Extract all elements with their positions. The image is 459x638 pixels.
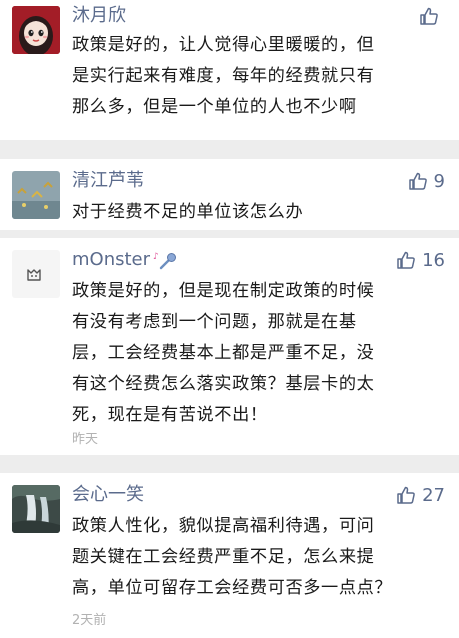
comment-text: 对于经费不足的单位该怎么办 <box>72 197 448 228</box>
comment-text: 政策是好的，但是现在制定政策的时候 有没有考虑到一个问题，那就是在基 层，工会经… <box>72 276 448 431</box>
comment-feed: 沐月欣 政策是好的，让人觉得心里暖暖的，但 是实行起来有难度，每年的经费就只有 … <box>0 0 459 638</box>
commenter-name[interactable]: 沐月欣 <box>72 4 126 28</box>
like-count: 9 <box>433 170 445 192</box>
comment-line: 有这个经费怎么落实政策？基层卡的太 <box>72 374 375 394</box>
like-count: 27 <box>422 484 445 506</box>
thumbs-up-icon <box>420 7 438 25</box>
comment-timestamp: 昨天 <box>72 432 99 447</box>
comment-line: 政策是好的，但是现在制定政策的时候 <box>72 281 375 301</box>
comment-card: 会心一笑 27 政策人性化，貌似提高福利待遇，可问 题关键在工会经费严重不足，怎… <box>0 473 459 638</box>
thumbs-up-icon <box>397 486 415 504</box>
like-button[interactable]: 16 <box>396 248 445 272</box>
comment-card: 沐月欣 政策是好的，让人觉得心里暖暖的，但 是实行起来有难度，每年的经费就只有 … <box>0 0 459 140</box>
waterfall-avatar-icon <box>12 485 60 533</box>
thumbs-up-icon <box>408 172 427 190</box>
like-button[interactable]: 9 <box>408 169 445 193</box>
svg-text:♪: ♪ <box>153 252 159 262</box>
comment-line: 题关键在工会经费严重不足，怎么来提 <box>72 547 375 567</box>
thumbs-up-icon <box>397 251 415 269</box>
comment-line: 层，工会经费基本上都是严重不足，没 <box>72 343 375 363</box>
white-cat-avatar-icon <box>12 250 60 298</box>
comment-timestamp: 2天前 <box>72 613 107 628</box>
commenter-name[interactable]: mOnster ♪ <box>72 248 178 272</box>
comment-line: 高，单位可留存工会经费可否多一点点？ <box>72 578 393 598</box>
comment-card: 清江芦苇 9 对于经费不足的单位该怎么办 <box>0 159 459 230</box>
comment-line: 有没有考虑到一个问题，那就是在基 <box>72 312 357 332</box>
comment-card: mOnster ♪ 16 政策是好的，但是现在制定政策的时候 有没有考虑到一个问… <box>0 238 459 455</box>
cartoon-girl-avatar-icon <box>12 6 60 54</box>
avatar[interactable] <box>12 6 60 54</box>
comment-line: 死，现在是有苦说不出！ <box>72 405 268 425</box>
comment-line: 对于经费不足的单位该怎么办 <box>72 202 304 222</box>
like-count: 16 <box>422 249 445 271</box>
comment-text: 政策是好的，让人觉得心里暖暖的，但 是实行起来有难度，每年的经费就只有 那么多，… <box>72 30 448 123</box>
like-button[interactable] <box>419 4 445 28</box>
commenter-name[interactable]: 清江芦苇 <box>72 169 144 193</box>
commenter-name[interactable]: 会心一笑 <box>72 483 144 507</box>
microphone-icon: ♪ <box>153 252 177 270</box>
like-button[interactable]: 27 <box>396 483 445 507</box>
landscape-avatar-icon <box>12 171 60 219</box>
avatar[interactable] <box>12 250 60 298</box>
comment-line: 政策是好的，让人觉得心里暖暖的，但 <box>72 35 375 55</box>
comment-line: 那么多，但是一个单位的人也不少啊 <box>72 97 357 117</box>
commenter-name-text: mOnster <box>72 249 151 270</box>
comment-line: 是实行起来有难度，每年的经费就只有 <box>72 66 375 86</box>
comment-text: 政策人性化，貌似提高福利待遇，可问 题关键在工会经费严重不足，怎么来提 高，单位… <box>72 511 448 604</box>
avatar[interactable] <box>12 485 60 533</box>
avatar[interactable] <box>12 171 60 219</box>
comment-line: 政策人性化，貌似提高福利待遇，可问 <box>72 516 375 536</box>
